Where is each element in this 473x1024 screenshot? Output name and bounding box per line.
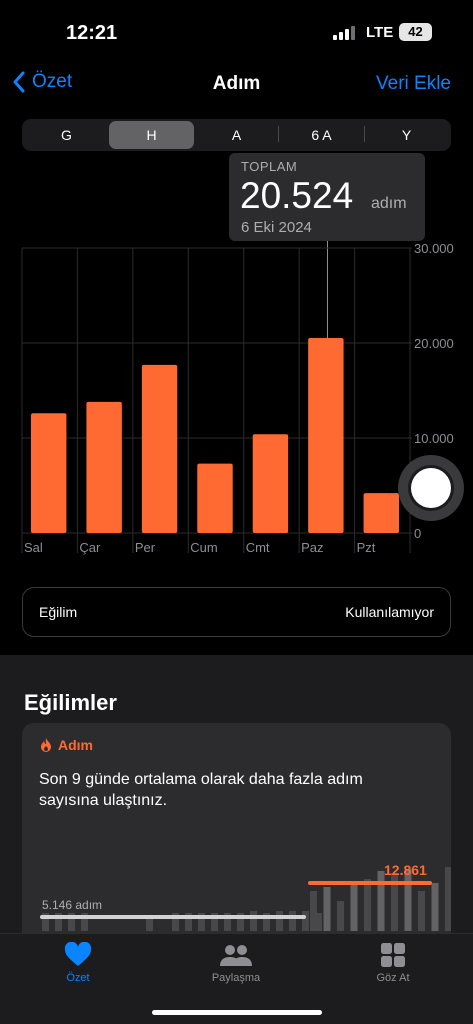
heart-icon (64, 942, 92, 966)
assistive-touch-button[interactable] (398, 455, 464, 521)
navigation-bar: Özet Adım Veri Ekle (0, 62, 473, 106)
tooltip-label: TOPLAM (241, 159, 298, 174)
chart-bar-Pzt[interactable] (363, 493, 399, 533)
trend-card-category: Adım (58, 737, 93, 753)
selection-tooltip: TOPLAM 20.524 adım 6 Eki 2024 (229, 153, 425, 241)
chart-bar-Per[interactable] (141, 364, 178, 533)
trend-card-header: Adım (39, 737, 93, 753)
chart-bar-Paz[interactable] (308, 338, 344, 533)
segment-month[interactable]: A (194, 121, 279, 149)
trend-history-bar (302, 911, 309, 931)
tab-summary[interactable]: Özet (28, 942, 128, 984)
trend-old-average-label: 5.146 adım (42, 898, 102, 912)
time-range-segmented-control: G H A 6 A Y (22, 119, 451, 151)
status-time: 12:21 (66, 22, 118, 44)
trend-mini-chart: 5.146 adım 12.861 (40, 862, 451, 931)
chart-bar-Çar[interactable] (86, 401, 122, 533)
add-data-button[interactable]: Veri Ekle (376, 73, 451, 95)
trend-recent-bar (350, 885, 358, 931)
steps-bar-chart[interactable]: 30.000 20.000 10.000 0 Sal Çar Per Cum Cmt Paz Pzt (0, 240, 473, 560)
trend-recent-bar (310, 891, 317, 931)
trend-recent-bar (431, 883, 439, 931)
trends-title: Eğilimler (24, 690, 117, 715)
chart-y-tick-label: 30.000 (414, 241, 454, 256)
chart-bar-Sal[interactable] (31, 413, 67, 533)
chart-x-tick-label: Paz (301, 540, 323, 555)
trend-recent-bar (364, 879, 371, 931)
tooltip-value: 20.524 (240, 175, 354, 216)
segment-year[interactable]: Y (364, 121, 449, 149)
chart-y-tick-label: 0 (414, 526, 421, 541)
assistive-touch-inner-icon (411, 468, 451, 508)
chart-bar-Cum[interactable] (197, 463, 233, 533)
segment-divider (364, 126, 365, 142)
network-label: LTE (366, 24, 394, 41)
home-indicator (152, 1010, 322, 1015)
trend-new-average-label: 12.861 (384, 862, 427, 878)
trend-history-bar (289, 911, 296, 931)
chart-x-tick-label: Per (135, 540, 156, 555)
trend-recent-bar (377, 871, 385, 931)
tab-sharing-label: Paylaşma (211, 972, 261, 984)
trend-recent-bar (323, 887, 331, 931)
chart-x-tick-label: Cum (190, 540, 217, 555)
trend-recent-bar (404, 869, 412, 931)
chart-y-tick-label: 10.000 (414, 431, 454, 446)
flame-icon (41, 738, 51, 752)
tab-browse[interactable]: Göz At (343, 942, 443, 984)
chart-bar-Cmt[interactable] (252, 434, 289, 533)
trend-recent-bar (337, 901, 344, 931)
trend-history-bar (250, 911, 257, 931)
trend-recent-bar (445, 867, 451, 931)
tab-browse-label: Göz At (376, 972, 410, 984)
trend-row[interactable]: Eğilim Kullanılamıyor (22, 587, 451, 637)
segment-divider (278, 126, 279, 142)
segment-day[interactable]: G (24, 121, 109, 149)
chart-x-tick-label: Sal (24, 540, 43, 555)
trend-row-label: Eğilim (39, 604, 78, 620)
chart-y-tick-label: 20.000 (414, 336, 454, 351)
segment-6-months[interactable]: 6 A (279, 121, 364, 149)
trend-row-value: Kullanılamıyor (345, 604, 434, 620)
tab-summary-label: Özet (66, 972, 90, 984)
chart-x-tick-label: Çar (79, 540, 101, 555)
chart-x-tick-label: Cmt (246, 540, 270, 555)
segment-week[interactable]: H (109, 121, 194, 149)
tab-sharing[interactable]: Paylaşma (186, 942, 286, 984)
tooltip-unit: adım (371, 195, 407, 212)
grid-icon (381, 943, 405, 967)
status-bar: 12:21 LTE 42 (0, 0, 473, 62)
trend-recent-bar (418, 891, 425, 931)
people-icon (220, 945, 252, 966)
trend-card-description: Son 9 günde ortalama olarak daha fazla a… (39, 771, 363, 809)
trend-history-bar (276, 911, 283, 931)
tooltip-date: 6 Eki 2024 (241, 219, 312, 236)
signal-icon (333, 26, 357, 40)
battery-icon: 42 (399, 23, 432, 41)
chart-x-tick-label: Pzt (357, 540, 376, 555)
